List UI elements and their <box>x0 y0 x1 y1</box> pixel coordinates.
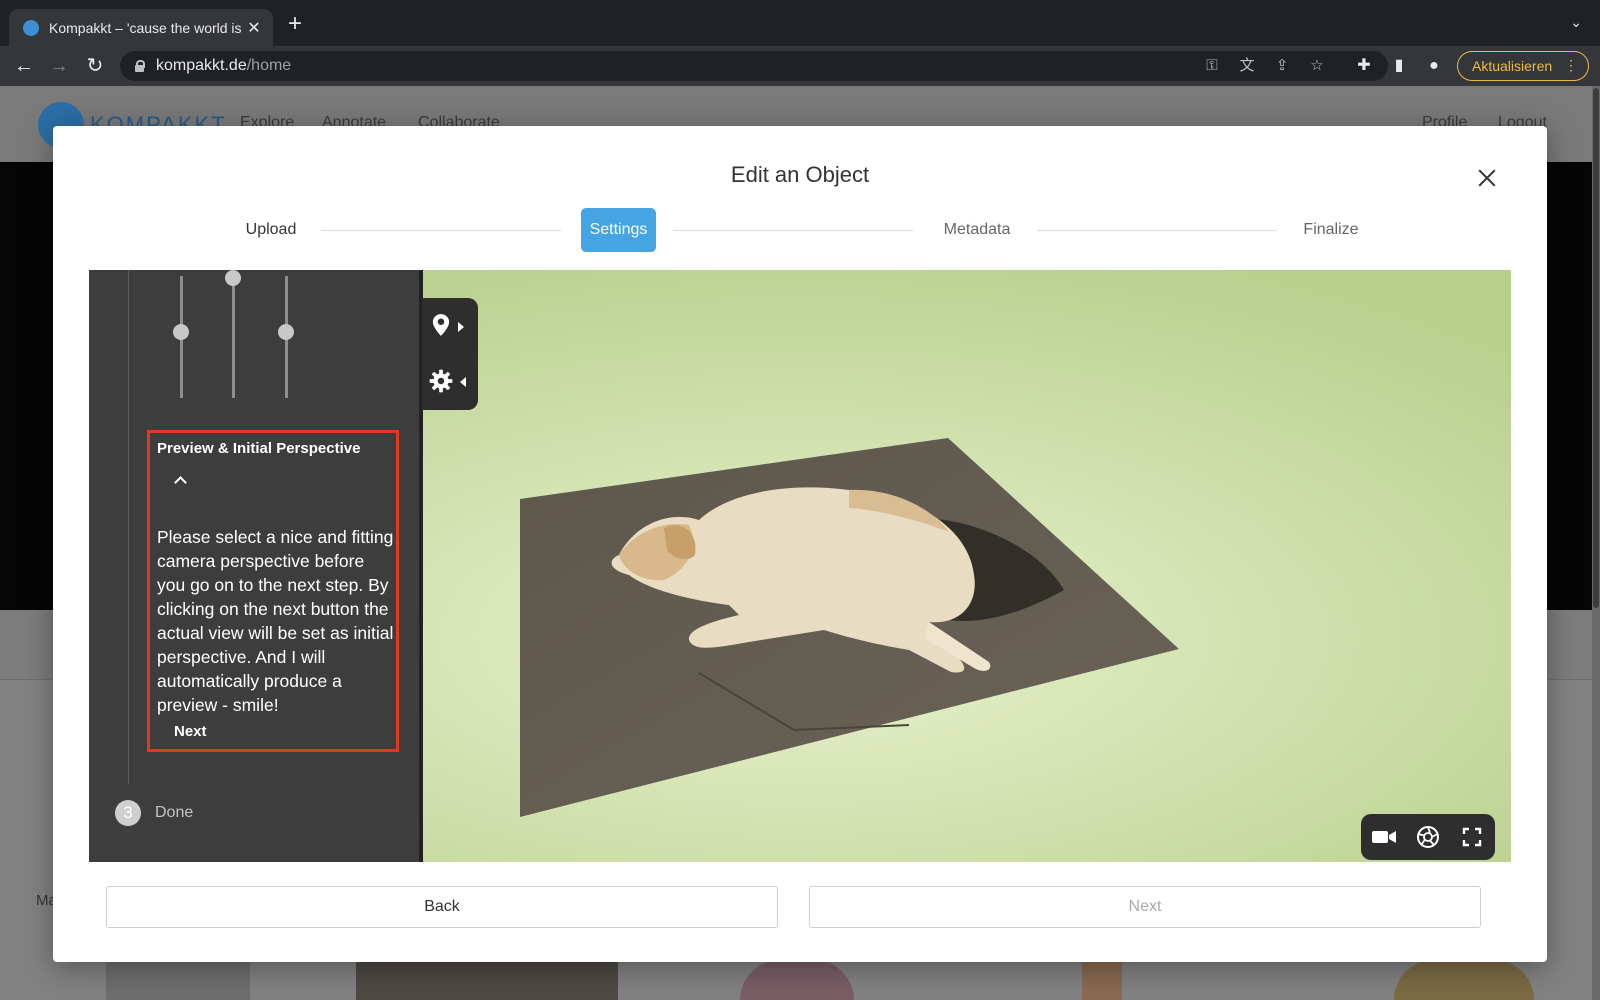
site-object-thumbnail[interactable] <box>1082 960 1122 1000</box>
step-connector <box>321 230 561 231</box>
edit-object-dialog: Edit an Object Upload Settings Metadata … <box>53 126 1547 962</box>
aperture-icon[interactable] <box>1415 825 1441 849</box>
collapse-left-icon[interactable] <box>460 377 466 387</box>
back-arrow-icon[interactable]: ← <box>12 54 36 78</box>
update-button[interactable]: Aktualisieren ⋮ <box>1457 51 1589 81</box>
browser-tab[interactable]: Kompakkt – 'cause the world is ✕ <box>9 9 273 46</box>
preview-perspective-step: Preview & Initial Perspective Please sel… <box>147 430 399 752</box>
site-favicon-icon <box>23 19 39 36</box>
viewer-tool-dock <box>422 298 478 410</box>
browser-tab-bar: Kompakkt – 'cause the world is ✕ + ⌄ <box>0 0 1600 46</box>
forward-arrow-icon[interactable]: → <box>47 54 71 78</box>
settings-side-panel: Preview & Initial Perspective Please sel… <box>89 270 423 862</box>
page-scrollbar-thumb[interactable] <box>1593 88 1599 608</box>
tab-search-chevron-icon[interactable]: ⌄ <box>1570 14 1582 31</box>
step-upload[interactable]: Upload <box>223 208 319 252</box>
step-metadata[interactable]: Metadata <box>925 208 1029 252</box>
side-panel-icon[interactable]: ▮ <box>1388 55 1410 77</box>
stepper-vertical-line <box>128 270 129 784</box>
map-pin-icon[interactable] <box>428 312 454 338</box>
expand-right-icon[interactable] <box>458 322 464 332</box>
reload-icon[interactable]: ↻ <box>83 54 107 78</box>
site-object-thumbnail[interactable] <box>106 960 250 1000</box>
step-finalize[interactable]: Finalize <box>1283 208 1379 252</box>
step-instructions: Please select a nice and fitting camera … <box>157 527 394 715</box>
dialog-title: Edit an Object <box>730 162 870 187</box>
extensions-puzzle-icon[interactable]: ✚ <box>1353 55 1375 77</box>
step-next-button[interactable]: Next <box>174 723 207 740</box>
step-connector <box>1037 230 1277 231</box>
new-tab-icon[interactable]: + <box>288 12 302 36</box>
fullscreen-icon[interactable] <box>1459 825 1485 849</box>
slider-knob[interactable] <box>225 270 241 286</box>
address-bar[interactable]: kompakkt.de/home ⚿ 文 ⇪ ☆ <box>120 51 1388 81</box>
gear-icon[interactable] <box>428 368 454 394</box>
step-done-label: Done <box>155 804 194 821</box>
url-path: /home <box>246 57 292 74</box>
tab-title: Kompakkt – 'cause the world is <box>49 19 242 36</box>
lock-icon <box>134 60 145 72</box>
slider-knob[interactable] <box>278 324 294 340</box>
slider-track[interactable] <box>232 276 235 398</box>
update-label: Aktualisieren <box>1472 58 1553 74</box>
profile-avatar-icon[interactable]: ● <box>1423 55 1445 77</box>
viewer-controls <box>1361 814 1495 860</box>
back-button[interactable]: Back <box>106 886 778 928</box>
step-connector <box>673 230 913 231</box>
slider-knob[interactable] <box>173 324 189 340</box>
step-number-badge: 3 <box>115 800 141 826</box>
site-object-thumbnail[interactable] <box>356 960 618 1000</box>
site-object-thumbnail[interactable] <box>1394 960 1534 1000</box>
translate-icon[interactable]: 文 <box>1237 56 1257 76</box>
browser-toolbar: ← → ↻ kompakkt.de/home ⚿ 文 ⇪ ☆ ✚ ▮ ● Akt… <box>0 46 1600 86</box>
step-heading: Preview & Initial Perspective <box>157 440 361 457</box>
key-icon[interactable]: ⚿ <box>1202 56 1222 76</box>
close-icon[interactable] <box>1473 164 1501 192</box>
camera-icon[interactable] <box>1371 825 1397 849</box>
tab-close-icon[interactable]: ✕ <box>245 18 263 38</box>
browser-menu-icon[interactable]: ⋮ <box>1564 57 1578 74</box>
share-icon[interactable]: ⇪ <box>1272 56 1292 76</box>
step-settings[interactable]: Settings <box>581 208 656 252</box>
url-host: kompakkt.de <box>156 57 247 74</box>
chevron-up-icon[interactable] <box>170 471 190 491</box>
3d-viewer[interactable]: Preview & Initial Perspective Please sel… <box>89 270 1511 862</box>
next-button[interactable]: Next <box>809 886 1481 928</box>
bookmark-star-icon[interactable]: ☆ <box>1307 56 1327 76</box>
wizard-stepper: Upload Settings Metadata Finalize <box>53 208 1547 254</box>
